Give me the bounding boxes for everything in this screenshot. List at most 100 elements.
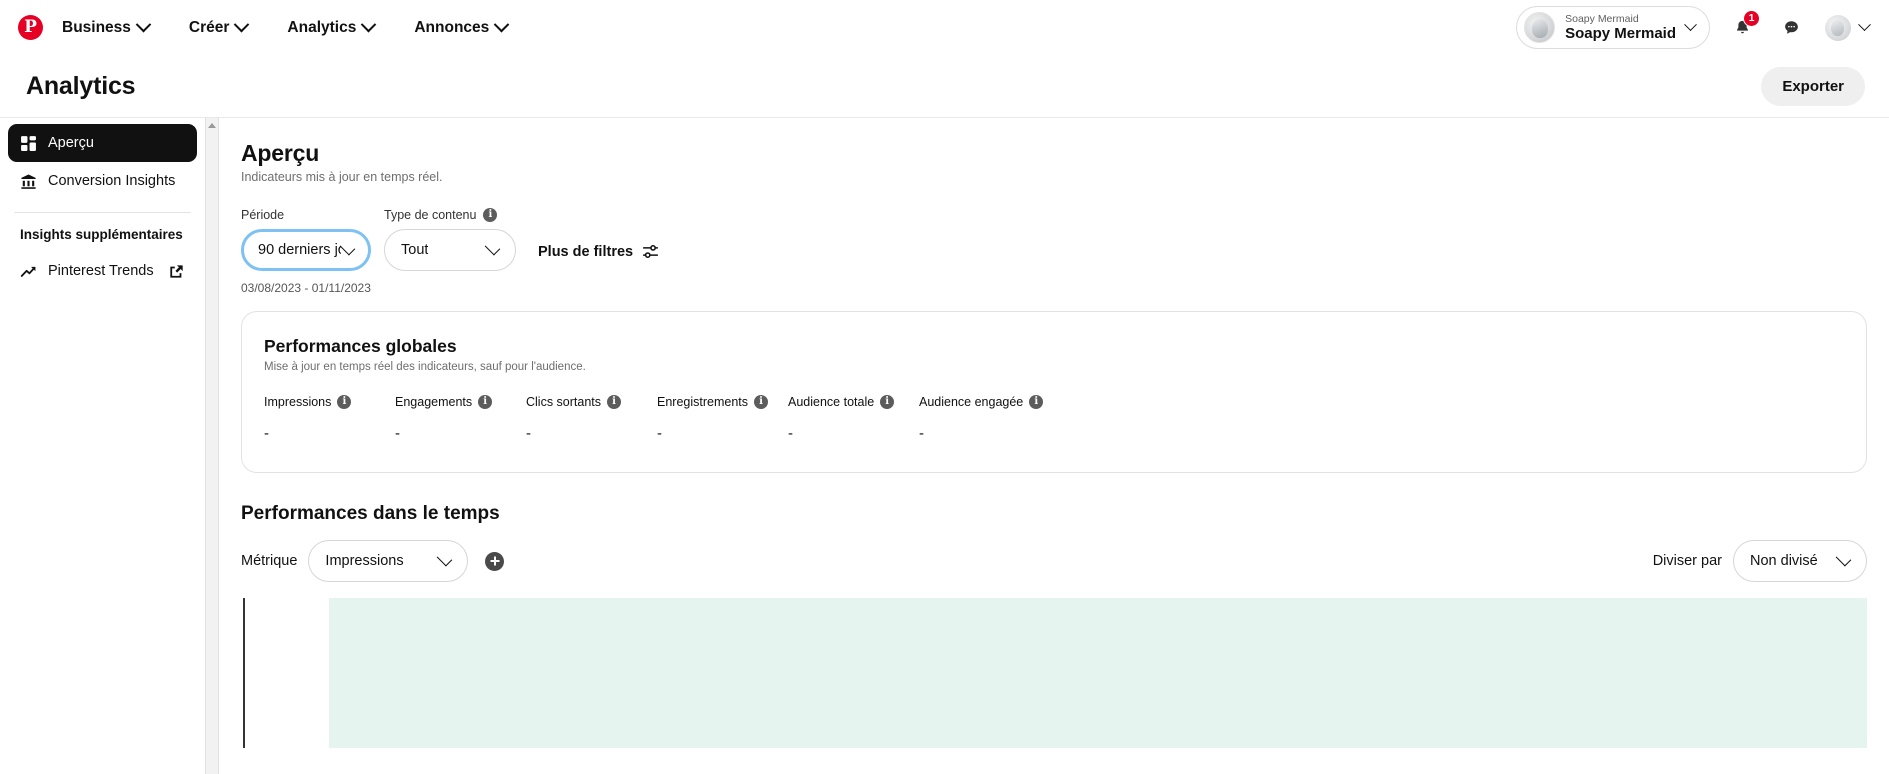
info-icon[interactable]: i <box>607 395 622 409</box>
sidebar-item-pinterest-trends[interactable]: Pinterest Trends <box>8 252 197 290</box>
metric-clics-sortants-label: Clics sortants i <box>526 395 657 409</box>
scroll-up-arrow-icon[interactable] <box>208 123 216 128</box>
more-filters-button[interactable]: Plus de filtres <box>538 243 659 271</box>
filter-sliders-icon <box>642 244 659 259</box>
nav-item-creer[interactable]: Créer <box>179 11 258 45</box>
content-type-select[interactable]: Tout <box>384 229 516 271</box>
metric-audience-engagee-label-text: Audience engagée <box>919 395 1024 409</box>
period-select[interactable]: 90 derniers jou <box>241 229 371 271</box>
metric-impressions: Impressions i - <box>264 395 395 442</box>
export-button[interactable]: Exporter <box>1761 66 1865 106</box>
metric-enregistrements-label: Enregistrements i <box>657 395 788 409</box>
nav-item-business-label: Business <box>62 18 131 36</box>
metric-audience-totale-label-text: Audience totale <box>788 395 875 409</box>
external-link-icon <box>168 263 185 280</box>
avatar <box>1825 14 1851 41</box>
info-icon[interactable]: i <box>478 395 493 409</box>
chevron-down-icon <box>135 16 152 33</box>
sidebar-item-apercu[interactable]: Aperçu <box>8 124 197 162</box>
metric-audience-engagee: Audience engagée i - <box>919 395 1050 442</box>
metric-audience-totale-value: - <box>788 425 793 442</box>
metric-enregistrements: Enregistrements i - <box>657 395 788 442</box>
performance-over-time-controls: Métrique Impressions Diviser par Non div… <box>241 540 1867 582</box>
pinterest-logo-icon[interactable]: P <box>18 15 43 40</box>
metric-impressions-label: Impressions i <box>264 395 395 409</box>
metric-engagements: Engagements i - <box>395 395 526 442</box>
content-type-select-value: Tout <box>401 242 429 258</box>
content-type-filter-group: Type de contenu i Tout <box>384 208 516 271</box>
page-header: Analytics Exporter <box>0 55 1889 117</box>
message-bubble-icon <box>1784 21 1798 34</box>
chevron-down-icon <box>494 16 510 33</box>
overall-performance-card: Performances globales Mise à jour en tem… <box>241 311 1867 473</box>
account-switcher-text: Soapy Mermaid Soapy Mermaid <box>1565 13 1676 42</box>
main-content: Aperçu Indicateurs mis à jour en temps r… <box>219 118 1889 774</box>
metric-select[interactable]: Impressions <box>308 540 469 582</box>
page-title: Analytics <box>26 71 136 100</box>
sidebar-item-conversion-insights[interactable]: Conversion Insights <box>8 162 197 200</box>
sidebar-section-title: Insights supplémentaires <box>20 227 183 242</box>
metric-select-label: Métrique <box>241 553 298 569</box>
sidebar: Aperçu Conversion Insights Insights supp… <box>0 118 205 774</box>
split-by-select[interactable]: Non divisé <box>1733 540 1867 582</box>
bar-chart-icon <box>21 173 36 189</box>
nav-item-business[interactable]: Business <box>52 11 159 45</box>
chevron-down-icon <box>1684 18 1697 32</box>
info-icon[interactable]: i <box>754 395 769 409</box>
info-icon[interactable]: i <box>1029 395 1044 409</box>
top-navigation-right-group: Soapy Mermaid Soapy Mermaid 1 <box>1516 6 1871 49</box>
section-title: Aperçu <box>241 140 320 166</box>
page-body: Aperçu Conversion Insights Insights supp… <box>0 117 1889 774</box>
sidebar-item-apercu-label: Aperçu <box>48 135 94 151</box>
account-profile-name: Soapy Mermaid <box>1565 24 1676 42</box>
metrics-row: Impressions i - Engagements i - Clics so… <box>264 395 1844 442</box>
profile-menu-button[interactable] <box>1823 11 1871 45</box>
overall-performance-title: Performances globales <box>264 336 457 356</box>
nav-item-annonces[interactable]: Annonces <box>404 11 517 45</box>
metric-audience-engagee-label: Audience engagée i <box>919 395 1050 409</box>
trending-up-icon <box>20 266 36 277</box>
metric-select-value: Impressions <box>325 553 404 569</box>
nav-item-analytics[interactable]: Analytics <box>277 11 384 45</box>
metric-impressions-label-text: Impressions <box>264 395 332 409</box>
sidebar-item-pinterest-trends-label: Pinterest Trends <box>48 263 154 279</box>
split-by-label: Diviser par <box>1652 553 1722 569</box>
metric-enregistrements-label-text: Enregistrements <box>657 395 749 409</box>
chevron-down-icon <box>234 16 250 33</box>
chevron-down-icon <box>484 239 501 255</box>
info-icon[interactable]: i <box>880 395 895 409</box>
notification-badge: 1 <box>1743 9 1760 27</box>
chevron-down-icon <box>437 550 453 566</box>
content-type-label-text: Type de contenu <box>384 208 477 222</box>
performance-over-time-title: Performances dans le temps <box>241 503 500 524</box>
metric-clics-sortants: Clics sortants i - <box>526 395 657 442</box>
account-switcher[interactable]: Soapy Mermaid Soapy Mermaid <box>1516 6 1710 49</box>
chart-y-axis-labels <box>245 598 329 748</box>
nav-item-analytics-label: Analytics <box>287 18 357 36</box>
metric-enregistrements-value: - <box>657 425 662 442</box>
sidebar-item-conversion-insights-label: Conversion Insights <box>48 173 176 189</box>
avatar <box>1524 12 1556 43</box>
period-label: Période <box>241 208 285 222</box>
overall-performance-subtitle: Mise à jour en temps réel des indicateur… <box>264 361 586 373</box>
top-navigation-bar: P Business Créer Analytics Annonces Soap… <box>0 0 1889 55</box>
messages-button[interactable] <box>1774 11 1808 45</box>
chevron-down-icon <box>361 16 377 33</box>
info-icon[interactable]: i <box>337 395 352 409</box>
metric-clics-sortants-label-text: Clics sortants <box>526 395 602 409</box>
vertical-scrollbar[interactable] <box>205 118 219 774</box>
performance-chart <box>241 598 1867 748</box>
metric-clics-sortants-value: - <box>526 425 531 442</box>
info-icon[interactable]: i <box>483 208 498 222</box>
metric-audience-engagee-value: - <box>919 425 924 442</box>
metric-impressions-value: - <box>264 425 269 442</box>
period-filter-group: Période 90 derniers jou <box>241 208 371 271</box>
notifications-button[interactable]: 1 <box>1725 9 1760 45</box>
period-select-value: 90 derniers jou <box>258 242 341 258</box>
section-subtitle: Indicateurs mis à jour en temps réel. <box>241 170 443 184</box>
metric-engagements-label-text: Engagements <box>395 395 473 409</box>
dashboard-grid-icon <box>21 135 36 151</box>
account-business-name: Soapy Mermaid <box>1565 12 1639 25</box>
plus-circle-icon[interactable] <box>485 551 505 571</box>
chart-plot-area <box>329 598 1867 748</box>
